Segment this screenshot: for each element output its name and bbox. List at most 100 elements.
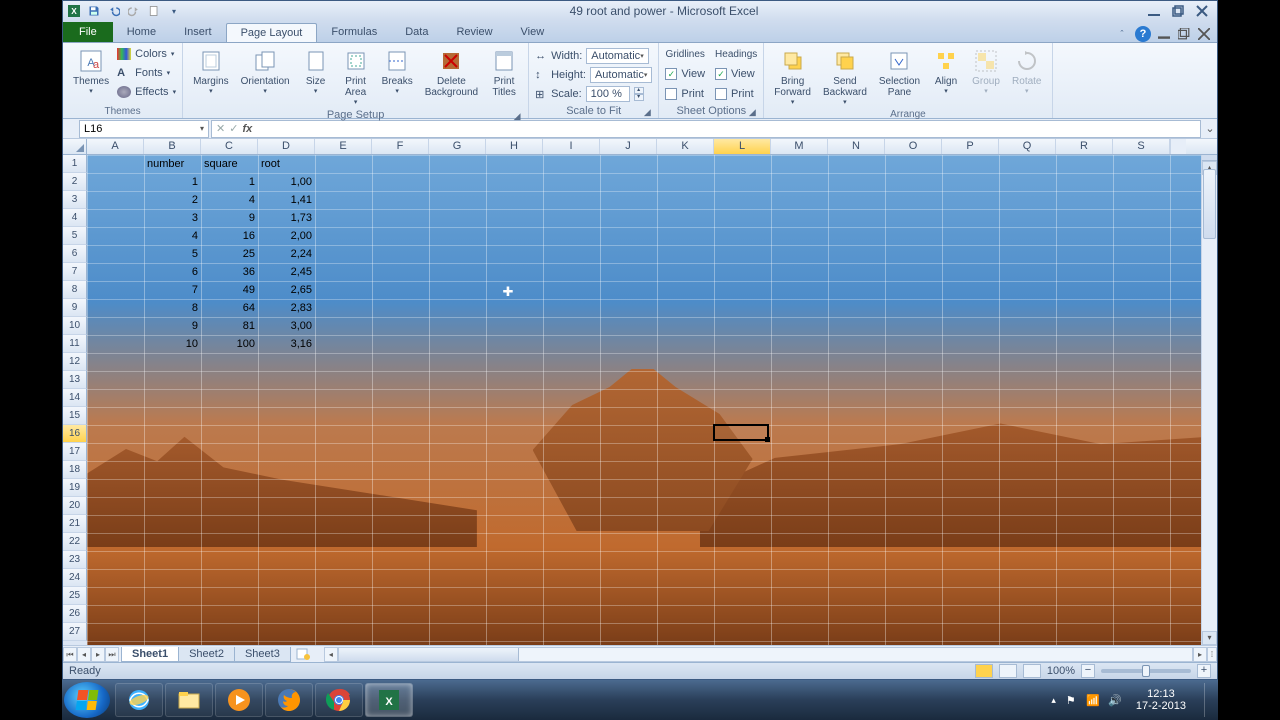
column-header[interactable]: H [486,139,543,154]
column-header[interactable]: C [201,139,258,154]
sheet-nav-last[interactable]: ⏭ [105,647,119,662]
margins-button[interactable]: Margins▾ [189,45,233,97]
zoom-out-button[interactable]: − [1081,664,1095,678]
ribbon-minimize-icon[interactable]: ˆ [1115,27,1129,41]
row-header[interactable]: 14 [63,389,87,407]
cell[interactable]: 1,00 [258,173,315,191]
row-header[interactable]: 2 [63,173,87,191]
column-header[interactable]: J [600,139,657,154]
tray-show-hidden-icon[interactable]: ▴ [1051,695,1056,706]
bring-forward-button[interactable]: Bring Forward▾ [770,45,815,108]
row-header[interactable]: 10 [63,317,87,335]
cell[interactable]: 1 [144,173,201,191]
taskbar-media-player[interactable] [215,683,263,717]
save-icon[interactable] [87,4,101,18]
scale-launcher-icon[interactable]: ◢ [642,107,652,117]
column-header[interactable]: P [942,139,999,154]
new-sheet-icon[interactable] [294,647,312,661]
size-button[interactable]: Size▾ [298,45,334,97]
column-header[interactable]: F [372,139,429,154]
print-titles-button[interactable]: Print Titles [486,45,522,100]
effects-button[interactable]: Effects▾ [117,83,176,101]
workbook-restore-icon[interactable] [1177,27,1191,41]
colors-button[interactable]: Colors▾ [117,45,176,63]
headings-view-checkbox[interactable]: ✓View [715,65,757,83]
gridlines-view-checkbox[interactable]: ✓View [665,65,705,83]
cell[interactable]: 4 [201,191,258,209]
column-header[interactable]: I [543,139,600,154]
taskbar-excel[interactable]: X [365,683,413,717]
select-all-corner[interactable] [63,139,87,154]
row-header[interactable]: 13 [63,371,87,389]
tab-home[interactable]: Home [113,23,170,42]
breaks-button[interactable]: Breaks▾ [378,45,417,97]
align-button[interactable]: Align▾ [928,45,964,97]
column-header[interactable]: G [429,139,486,154]
taskbar-ie[interactable] [115,683,163,717]
row-header[interactable]: 25 [63,587,87,605]
sheet-tab[interactable]: Sheet3 [234,647,291,662]
column-header[interactable]: L [714,139,771,154]
cell[interactable]: 6 [144,263,201,281]
selection-pane-button[interactable]: Selection Pane [875,45,924,100]
column-header[interactable]: E [315,139,372,154]
tab-review[interactable]: Review [442,23,506,42]
cell[interactable]: 2,00 [258,227,315,245]
row-header[interactable]: 20 [63,497,87,515]
print-area-button[interactable]: Print Area▾ [338,45,374,108]
row-header[interactable]: 23 [63,551,87,569]
cell[interactable]: 4 [144,227,201,245]
width-combo[interactable]: Automatic▾ [586,48,648,64]
cell[interactable]: 64 [201,299,258,317]
cell[interactable]: 3,16 [258,335,315,353]
cell[interactable]: 1,41 [258,191,315,209]
column-header[interactable]: O [885,139,942,154]
cell[interactable]: 1 [201,173,258,191]
tray-network-icon[interactable]: 📶 [1086,693,1100,707]
tab-page-layout[interactable]: Page Layout [226,23,318,42]
fx-icon[interactable]: fx [242,123,258,135]
tab-data[interactable]: Data [391,23,442,42]
column-header[interactable]: Q [999,139,1056,154]
cell[interactable]: 36 [201,263,258,281]
cell[interactable]: 2 [144,191,201,209]
send-backward-button[interactable]: Send Backward▾ [819,45,871,108]
horizontal-scrollbar[interactable]: ◂▸ ⁞ [324,647,1217,662]
customize-icon[interactable]: ▾ [167,4,181,18]
sheet-tab[interactable]: Sheet2 [178,647,235,662]
row-header[interactable]: 15 [63,407,87,425]
gridlines-print-checkbox[interactable]: Print [665,85,705,103]
zoom-in-button[interactable]: + [1197,664,1211,678]
tab-file[interactable]: File [63,22,113,42]
row-header[interactable]: 22 [63,533,87,551]
zoom-level[interactable]: 100% [1047,665,1075,677]
page-break-view-button[interactable] [1023,664,1041,678]
taskbar-explorer[interactable] [165,683,213,717]
row-header[interactable]: 3 [63,191,87,209]
tray-action-center-icon[interactable]: ⚑ [1064,693,1078,707]
tray-clock[interactable]: 12:1317-2-2013 [1130,688,1192,712]
row-header[interactable]: 11 [63,335,87,353]
cell[interactable]: number [144,155,201,173]
taskbar-chrome[interactable] [315,683,363,717]
row-header[interactable]: 21 [63,515,87,533]
cell[interactable]: 7 [144,281,201,299]
sheet-nav-prev[interactable]: ◂ [77,647,91,662]
worksheet-grid[interactable]: 1234567891011121314151617181920212223242… [63,155,1217,645]
cell[interactable]: 8 [144,299,201,317]
cell[interactable]: 2,65 [258,281,315,299]
zoom-slider[interactable] [1101,669,1191,673]
column-header[interactable]: R [1056,139,1113,154]
redo-icon[interactable] [127,4,141,18]
cell[interactable]: 16 [201,227,258,245]
workbook-close-icon[interactable] [1197,27,1211,41]
cell[interactable]: 3 [144,209,201,227]
row-header[interactable]: 18 [63,461,87,479]
cell[interactable]: 10 [144,335,201,353]
cell[interactable]: 25 [201,245,258,263]
row-header[interactable]: 16 [63,425,87,443]
cell[interactable]: 100 [201,335,258,353]
restore-icon[interactable] [1171,4,1185,18]
show-desktop-button[interactable] [1204,683,1214,717]
column-header[interactable]: K [657,139,714,154]
